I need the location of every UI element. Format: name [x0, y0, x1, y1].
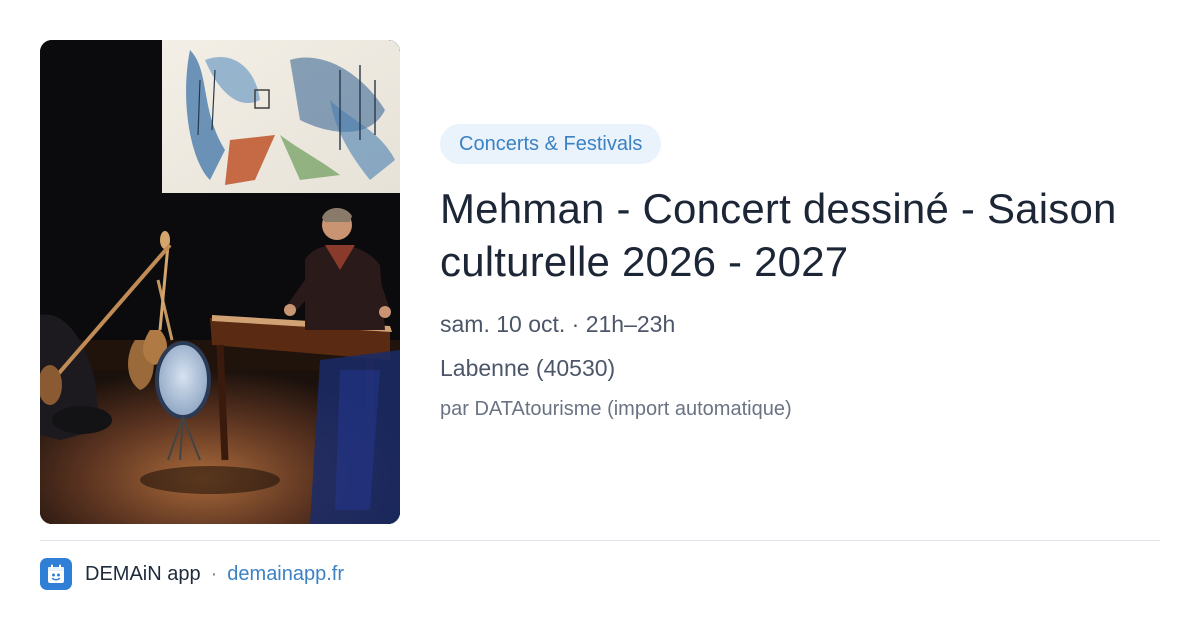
- event-details: Concerts & Festivals Mehman - Concert de…: [440, 124, 1170, 422]
- app-domain-link[interactable]: demainapp.fr: [227, 563, 344, 586]
- category-badge[interactable]: Concerts & Festivals: [440, 124, 662, 164]
- footer-divider: [40, 540, 1160, 541]
- demain-app-logo-icon: [40, 558, 72, 590]
- event-datetime: sam. 10 oct. · 21h–23h: [440, 311, 676, 337]
- event-source: par DATAtourisme (import automatique): [440, 398, 792, 420]
- event-location: Labenne (40530): [440, 355, 616, 381]
- footer-separator: ·: [210, 562, 218, 585]
- app-name: DEMAiN app: [85, 562, 201, 585]
- footer: DEMAiN app · demainapp.fr: [40, 558, 344, 590]
- event-photo: [40, 40, 400, 524]
- event-share-card: Concerts & Festivals Mehman - Concert de…: [0, 0, 1200, 630]
- event-title: Mehman - Concert dessiné - Saison cultur…: [440, 185, 1117, 285]
